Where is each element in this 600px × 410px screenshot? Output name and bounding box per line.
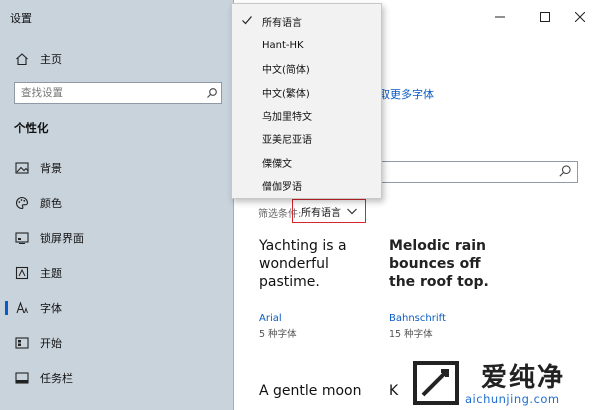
maximize-button[interactable] [530, 6, 560, 28]
dropdown-option[interactable]: 亚美尼亚语 [232, 126, 381, 150]
start-icon [14, 335, 30, 351]
language-filter-dropdown[interactable]: 所有语言 [292, 199, 366, 223]
font-preview-text[interactable]: Yachting is a wonderful pastime. [259, 237, 379, 291]
get-more-fonts-link[interactable]: 取更多字体 [379, 86, 434, 102]
dropdown-option-label: 所有语言 [262, 17, 302, 29]
sidebar-item-fonts[interactable]: 字体 [0, 296, 233, 320]
dropdown-option-label: 乌加里特文 [262, 111, 312, 123]
settings-search-box[interactable] [14, 82, 222, 104]
dropdown-option-label: 中文(简体) [262, 64, 310, 76]
dropdown-option-all-languages[interactable]: 所有语言 [232, 9, 381, 33]
dropdown-option-label: Hant-HK [262, 39, 304, 51]
sidebar-item-label: 主题 [40, 267, 62, 280]
font-name[interactable]: Arial [259, 313, 282, 324]
language-filter-value: 所有语言 [301, 207, 341, 219]
sidebar-item-lock-screen[interactable]: 锁屏界面 [0, 226, 233, 250]
font-preview-text[interactable]: Melodic rain bounces off the roof top. [389, 237, 509, 291]
dropdown-option[interactable]: 中文(繁体) [232, 80, 381, 104]
dropdown-option-label: 傈僳文 [262, 158, 292, 170]
minimize-icon [495, 16, 505, 18]
settings-search-input[interactable] [15, 84, 203, 102]
sidebar-item-label: 字体 [40, 302, 62, 315]
dropdown-option-label: 亚美尼亚语 [262, 134, 312, 146]
sidebar-item-label: 颜色 [40, 197, 62, 210]
sidebar-item-themes[interactable]: 主题 [0, 261, 233, 285]
maximize-icon [540, 12, 550, 22]
sidebar-item-background[interactable]: 背景 [0, 156, 233, 180]
app-title: 设置 [10, 12, 32, 25]
font-name[interactable]: Bahnschrift [389, 313, 446, 324]
sidebar-item-label: 任务栏 [40, 372, 73, 385]
sidebar-item-label: 锁屏界面 [40, 232, 84, 245]
sidebar-item-home[interactable]: 主页 [0, 47, 233, 71]
checkmark-icon [242, 16, 252, 25]
chevron-down-icon [347, 208, 357, 215]
palette-icon [14, 195, 30, 211]
font-preview-text[interactable]: A gentle moon [259, 382, 379, 400]
sidebar-item-label: 背景 [40, 162, 62, 175]
dropdown-option[interactable]: 僧伽罗语 [232, 173, 381, 197]
dropdown-option-label: 中文(繁体) [262, 88, 310, 100]
close-button[interactable] [565, 6, 595, 28]
minimize-button[interactable] [485, 6, 515, 28]
dropdown-option[interactable]: 中文(简体) [232, 56, 381, 80]
sidebar-item-taskbar[interactable]: 任务栏 [0, 366, 233, 390]
language-dropdown-menu: 所有语言 Hant-HK 中文(简体) 中文(繁体) 乌加里特文 亚美尼亚语 傈… [231, 3, 382, 199]
sidebar-item-start[interactable]: 开始 [0, 331, 233, 355]
section-title: 个性化 [14, 121, 49, 135]
sidebar-item-label: 开始 [40, 337, 62, 350]
close-icon [575, 12, 585, 22]
search-icon[interactable] [203, 84, 221, 102]
watermark-brand-text: 爱纯净 [481, 363, 566, 393]
font-count: 15 种字体 [389, 329, 433, 340]
image-icon [14, 160, 30, 176]
dropdown-option-label: 僧伽罗语 [262, 181, 302, 193]
lock-screen-icon [14, 230, 30, 246]
dropdown-option[interactable]: 乌加里特文 [232, 103, 381, 127]
sidebar: 设置 主页 个性化 背景 颜色 锁屏界面 主题 [0, 0, 233, 410]
sidebar-item-label: 主页 [40, 53, 62, 66]
search-icon[interactable] [558, 164, 574, 180]
home-icon [14, 51, 30, 67]
sidebar-item-colors[interactable]: 颜色 [0, 191, 233, 215]
watermark-logo-icon [413, 361, 459, 405]
font-icon [14, 300, 30, 316]
taskbar-icon [14, 370, 30, 386]
font-count: 5 种字体 [259, 329, 297, 340]
watermark-url: aichunjing.com [465, 392, 560, 406]
watermark: 爱纯净 aichunjing.com [403, 357, 600, 410]
dropdown-option[interactable]: Hant-HK [232, 33, 381, 57]
theme-icon [14, 265, 30, 281]
dropdown-option[interactable]: 傈僳文 [232, 150, 381, 174]
